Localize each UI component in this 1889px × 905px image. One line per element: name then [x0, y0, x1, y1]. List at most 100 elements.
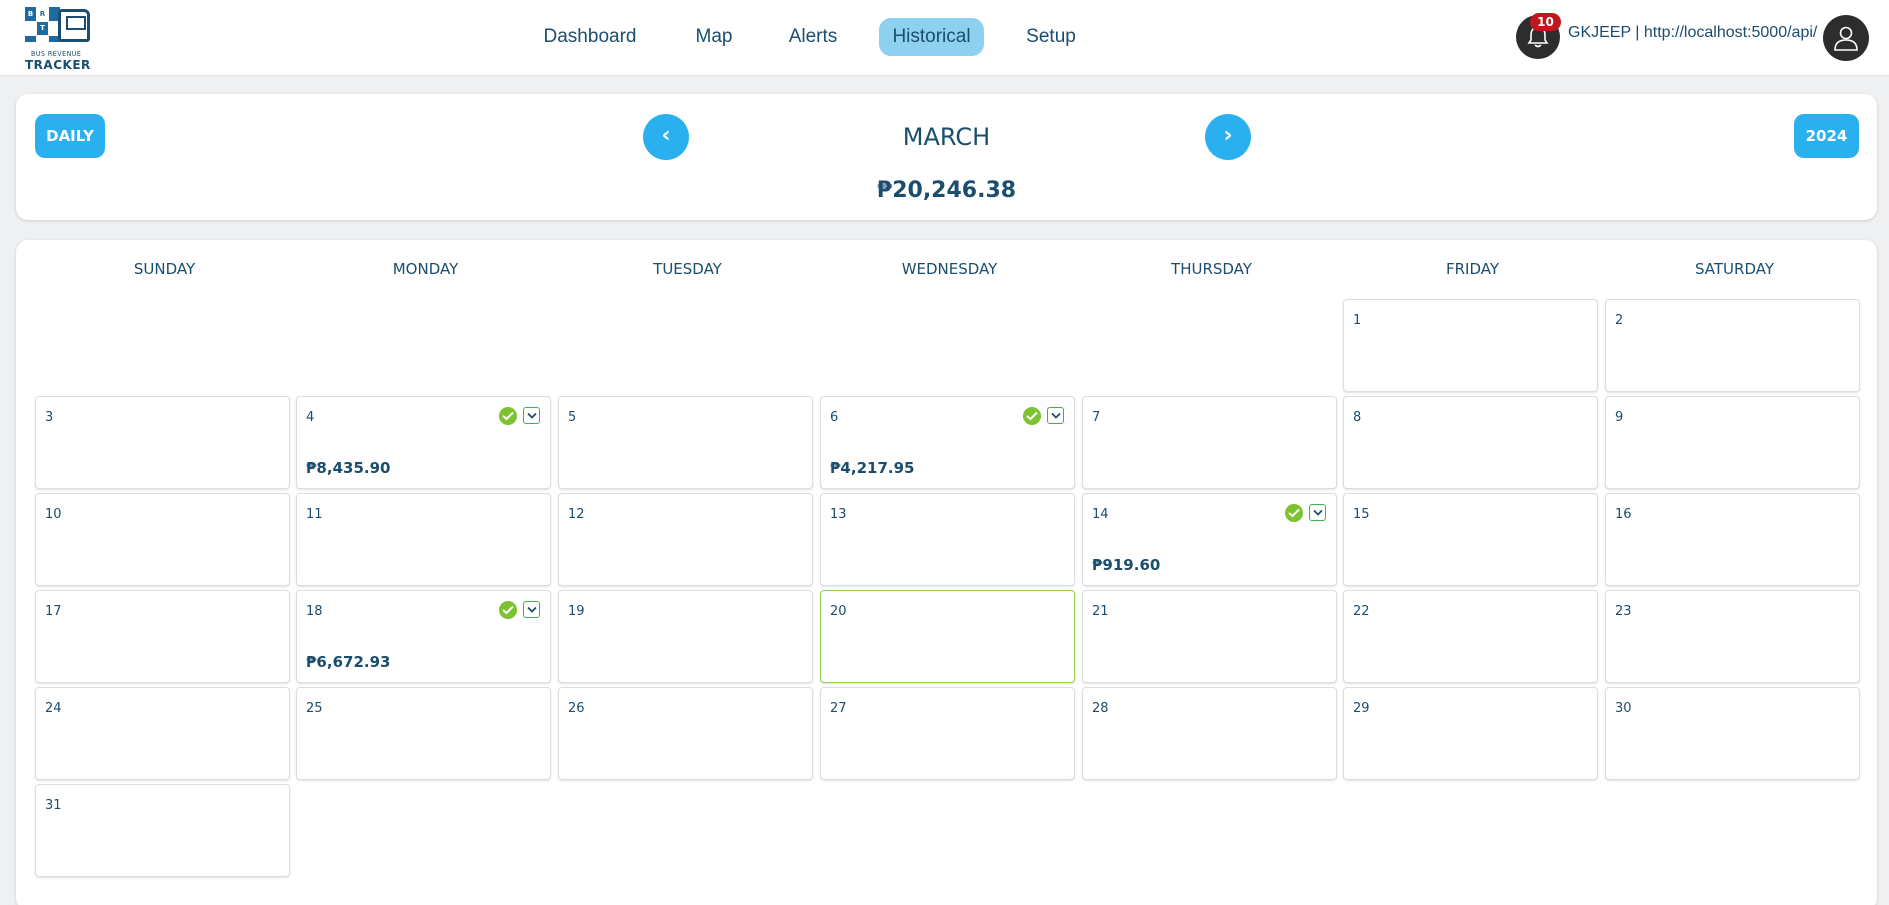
calendar-day-17[interactable]: 17 [35, 590, 290, 683]
day-expand-dropdown[interactable] [1047, 407, 1064, 424]
calendar-day-31[interactable]: 31 [35, 784, 290, 877]
calendar-day-23[interactable]: 23 [1605, 590, 1860, 683]
weekday-tuesday: TUESDAY [653, 260, 722, 278]
day-number: 5 [568, 410, 577, 425]
logo-title: TRACKER [25, 58, 91, 72]
calendar-day-6[interactable]: 6 ₱4,217.95 [820, 396, 1075, 489]
day-number: 1 [1353, 313, 1362, 328]
day-revenue-amount: ₱919.60 [1092, 556, 1161, 574]
day-number: 29 [1353, 701, 1370, 716]
day-expand-dropdown[interactable] [1309, 504, 1326, 521]
day-expand-dropdown[interactable] [523, 407, 540, 424]
day-number: 3 [45, 410, 54, 425]
calendar-day-7[interactable]: 7 [1082, 396, 1337, 489]
day-revenue-amount: ₱4,217.95 [830, 459, 915, 477]
nav-alerts[interactable]: Alerts [778, 18, 848, 56]
calendar-day-16[interactable]: 16 [1605, 493, 1860, 586]
day-number: 2 [1615, 313, 1624, 328]
month-total-revenue: ₱20,246.38 [876, 178, 1017, 203]
calendar-day-5[interactable]: 5 [558, 396, 813, 489]
day-number: 16 [1615, 507, 1632, 522]
verified-check-icon [499, 407, 517, 425]
notification-count-badge: 10 [1530, 13, 1561, 31]
calendar-day-4[interactable]: 4 ₱8,435.90 [296, 396, 551, 489]
day-number: 7 [1092, 410, 1101, 425]
day-number: 6 [830, 410, 839, 425]
calendar-day-25[interactable]: 25 [296, 687, 551, 780]
user-avatar-button[interactable] [1823, 15, 1869, 61]
chevron-down-icon [527, 412, 537, 419]
day-number: 14 [1092, 507, 1109, 522]
verified-check-icon [1285, 504, 1303, 522]
chevron-down-icon [1313, 509, 1323, 516]
chevron-down-icon [527, 606, 537, 613]
day-number: 11 [306, 507, 323, 522]
calendar-day-9[interactable]: 9 [1605, 396, 1860, 489]
nav-setup[interactable]: Setup [1015, 18, 1087, 56]
calendar-day-21[interactable]: 21 [1082, 590, 1337, 683]
calendar-day-22[interactable]: 22 [1343, 590, 1598, 683]
calendar-day-1[interactable]: 1 [1343, 299, 1598, 392]
calendar-day-14[interactable]: 14 ₱919.60 [1082, 493, 1337, 586]
day-number: 19 [568, 604, 585, 619]
day-number: 17 [45, 604, 62, 619]
calendar-day-10[interactable]: 10 [35, 493, 290, 586]
calendar-day-13[interactable]: 13 [820, 493, 1075, 586]
weekday-sunday: SUNDAY [133, 260, 196, 278]
user-icon [1834, 26, 1858, 51]
calendar-day-26[interactable]: 26 [558, 687, 813, 780]
calendar-day-20[interactable]: 20 [820, 590, 1075, 683]
day-number: 22 [1353, 604, 1370, 619]
calendar-day-11[interactable]: 11 [296, 493, 551, 586]
weekday-saturday: SATURDAY [1694, 260, 1774, 278]
weekday-thursday: THURSDAY [1171, 260, 1252, 278]
day-revenue-amount: ₱6,672.93 [306, 653, 391, 671]
calendar-panel: SUNDAY MONDAY TUESDAY WEDNESDAY THURSDAY… [16, 240, 1877, 905]
day-number: 4 [306, 410, 315, 425]
calendar-day-30[interactable]: 30 [1605, 687, 1860, 780]
day-number: 8 [1353, 410, 1362, 425]
top-bar: B R T BUS REVENUE TRACKER Dashboard Map … [0, 0, 1889, 76]
next-month-button[interactable]: › [1205, 114, 1251, 160]
day-number: 9 [1615, 410, 1624, 425]
calendar-day-28[interactable]: 28 [1082, 687, 1337, 780]
calendar-day-19[interactable]: 19 [558, 590, 813, 683]
chevron-right-icon: › [1223, 123, 1233, 148]
day-number: 15 [1353, 507, 1370, 522]
calendar-day-3[interactable]: 3 [35, 396, 290, 489]
day-revenue-amount: ₱8,435.90 [306, 459, 391, 477]
day-number: 10 [45, 507, 62, 522]
day-number: 24 [45, 701, 62, 716]
weekday-friday: FRIDAY [1445, 260, 1500, 278]
calendar-day-2[interactable]: 2 [1605, 299, 1860, 392]
day-number: 23 [1615, 604, 1632, 619]
day-number: 30 [1615, 701, 1632, 716]
weekday-wednesday: WEDNESDAY [901, 260, 998, 278]
day-number: 18 [306, 604, 323, 619]
day-number: 25 [306, 701, 323, 716]
calendar-day-8[interactable]: 8 [1343, 396, 1598, 489]
calendar-day-24[interactable]: 24 [35, 687, 290, 780]
day-number: 12 [568, 507, 585, 522]
year-button[interactable]: 2024 [1794, 114, 1859, 158]
calendar-day-18[interactable]: 18 ₱6,672.93 [296, 590, 551, 683]
day-number: 27 [830, 701, 847, 716]
month-summary-panel: DAILY ‹ MARCH › 2024 ₱20,246.38 [16, 94, 1877, 220]
day-number: 13 [830, 507, 847, 522]
calendar-day-12[interactable]: 12 [558, 493, 813, 586]
nav-map[interactable]: Map [683, 18, 745, 56]
user-connection-info: GKJEEP | http://localhost:5000/api/ [1568, 24, 1818, 41]
day-expand-dropdown[interactable] [523, 601, 540, 618]
calendar-day-27[interactable]: 27 [820, 687, 1075, 780]
day-number: 21 [1092, 604, 1109, 619]
nav-historical[interactable]: Historical [879, 18, 984, 56]
chevron-down-icon [1051, 412, 1061, 419]
day-number: 26 [568, 701, 585, 716]
month-title: MARCH [902, 123, 991, 151]
calendar-day-15[interactable]: 15 [1343, 493, 1598, 586]
day-number: 20 [830, 604, 847, 619]
weekday-monday: MONDAY [392, 260, 459, 278]
nav-dashboard[interactable]: Dashboard [530, 18, 650, 56]
calendar-day-29[interactable]: 29 [1343, 687, 1598, 780]
verified-check-icon [1023, 407, 1041, 425]
